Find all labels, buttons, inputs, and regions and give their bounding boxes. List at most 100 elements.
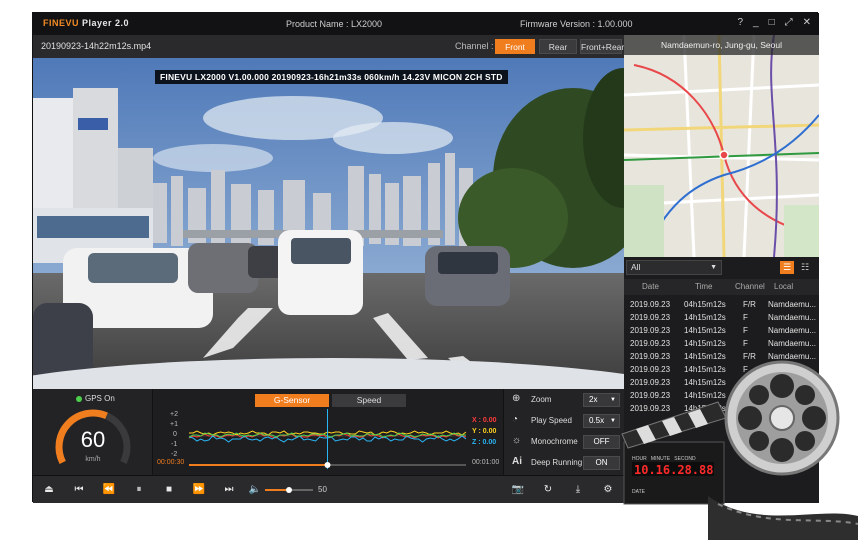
file-name: 20190923-14h22m12s.mp4 [41,41,152,51]
play-speed-label: Play Speed [531,416,572,425]
event-channel: F [743,339,748,348]
minute-label: MINUTE [650,456,671,462]
detail-view-icon[interactable]: ☷ [798,261,812,274]
list-item[interactable]: 2019.09.23 14h15m12s F Namdaemu... [624,310,819,323]
event-local: Namdaemu... [768,326,817,335]
volume-value: 50 [318,485,327,494]
film-decoration [621,360,859,540]
maximize-icon[interactable]: □ [769,17,775,28]
play-speed-row: ◔ Play Speed 0.5x ▼ [504,411,625,431]
event-local: Namdaemu... [768,339,817,348]
clapper-time-labels: HOUR MINUTE SECOND [632,456,696,462]
list-item[interactable]: 2019.09.23 04h15m12s F/R Namdaemu... [624,297,819,310]
playback-controls: ⏏ ⏮ ⏪ ⏸ ■ ⏩ ⏭ 🔈 50 📷 ↻ ⤓ ⚙ [33,475,624,503]
channel-label: Channel : [455,41,494,51]
volume-icon[interactable]: 🔈 [247,482,263,498]
close-icon[interactable]: ✕ [803,17,811,28]
event-date: 2019.09.23 [630,313,671,322]
channel-rear-button[interactable]: Rear [539,39,577,54]
event-local: Namdaemu... [768,300,817,309]
speedometer-icon: ◔ [512,414,519,425]
zoom-label: Zoom [531,395,552,404]
minimize-icon[interactable]: _ [753,17,759,28]
gear-icon[interactable]: ⚙ [600,482,616,498]
next-file-icon[interactable]: ⏭ [221,482,237,498]
settings-panel: ⊕ Zoom 2x ▼ ◔ Play Speed 0.5x ▼ ☼ Monochro… [503,389,624,475]
video-header: 20190923-14h22m12s.mp4 Channel : Front R… [33,35,624,58]
monochrome-row: ☼ Monochrome OFF [504,432,625,452]
event-channel: F [743,326,748,335]
event-list-header: Date Time Channel Local [624,279,819,295]
play-speed-select[interactable]: 0.5x ▼ [583,414,620,428]
event-time: 04h15m12s [684,300,726,309]
event-time: 14h15m12s [684,313,726,322]
zoom-select[interactable]: 2x ▼ [583,393,620,407]
chevron-down-icon: ▼ [610,397,616,403]
map-view[interactable]: Namdaemun-ro, Jung-gu, Seoul [624,35,819,257]
download-icon[interactable]: ⤓ [570,482,586,498]
clapperboard-reel-graphic: HOUR MINUTE SECOND 10.16.28.88 DATE [618,356,860,540]
monochrome-toggle[interactable]: OFF [583,435,620,449]
window-controls: ? _ □ ⤢ ✕ [737,17,811,28]
brightness-icon: ☼ [512,435,522,446]
chevron-down-icon: ▼ [710,264,717,271]
fullscreen-icon[interactable]: ⤢ [785,17,793,28]
event-filter-value: All [631,262,641,272]
help-icon[interactable]: ? [737,17,743,28]
camera-icon[interactable]: 📷 [510,482,526,498]
event-date: 2019.09.23 [630,339,671,348]
eject-icon[interactable]: ⏏ [41,482,57,498]
brand-player: Player 2.0 [82,18,130,28]
volume-knob [286,487,292,493]
stop-icon[interactable]: ■ [161,482,177,498]
event-channel: F/R [743,300,756,309]
channel-front-rear-button[interactable]: Front+Rear [580,39,624,54]
fast-forward-icon[interactable]: ⏩ [191,482,207,498]
rewind-icon[interactable]: ⏪ [101,482,117,498]
gps-panel: GPS On 60 km/h [33,389,153,475]
event-filter-select[interactable]: All ▼ [626,260,722,275]
list-view-icon[interactable]: ☰ [780,261,794,274]
event-local: Namdaemu... [768,313,817,322]
second-label: SECOND [674,456,696,462]
date-label: DATE [632,489,645,495]
event-date: 2019.09.23 [630,326,671,335]
clapper-digits: 10.16.28.88 [634,463,714,477]
deep-running-label: Deep Running [531,458,583,467]
speed-value: 60 [80,427,106,452]
y-value: Y : 0.00 [472,428,497,435]
rotate-icon[interactable]: ↻ [540,482,556,498]
firmware-version: Firmware Version : 1.00.000 [520,19,633,29]
brand-logo: FINEVU [43,18,80,28]
pause-icon[interactable]: ⏸ [131,482,147,498]
list-item[interactable]: 2019.09.23 14h15m12s F Namdaemu... [624,336,819,349]
timeline-knob [324,462,331,468]
col-date: Date [642,282,659,291]
speed-unit: km/h [85,456,101,463]
channel-front-button[interactable]: Front [495,39,535,54]
event-date: 2019.09.23 [630,300,671,309]
col-channel: Channel [735,282,765,291]
deep-running-toggle[interactable]: ON [583,456,620,470]
title-bar: FINEVU Player 2.0 Product Name : LX2000 … [33,13,819,35]
event-time: 14h15m12s [684,326,726,335]
dashcam-frame [33,58,624,389]
deep-running-row: Ai Deep Running ON [504,453,625,473]
x-value: X : 0.00 [472,417,497,424]
volume-slider[interactable] [263,485,323,495]
ai-icon: Ai [512,456,522,467]
list-item[interactable]: 2019.09.23 14h15m12s F Namdaemu... [624,323,819,336]
gsensor-graph [188,409,467,469]
video-view[interactable]: FINEVU LX2000 V1.00.000 20190923-16h21m3… [33,58,624,389]
zoom-value: 2x [589,395,598,404]
zoom-icon: ⊕ [512,393,521,404]
event-time: 14h15m12s [684,339,726,348]
previous-file-icon[interactable]: ⏮ [71,482,87,498]
event-channel: F [743,313,748,322]
time-start: 00:00:30 [157,459,185,466]
hour-label: HOUR [632,456,647,462]
zoom-row: ⊕ Zoom 2x ▼ [504,390,625,410]
map-graphic [624,35,819,257]
col-local: Local [774,282,794,291]
z-value: Z : 0.00 [472,439,497,446]
